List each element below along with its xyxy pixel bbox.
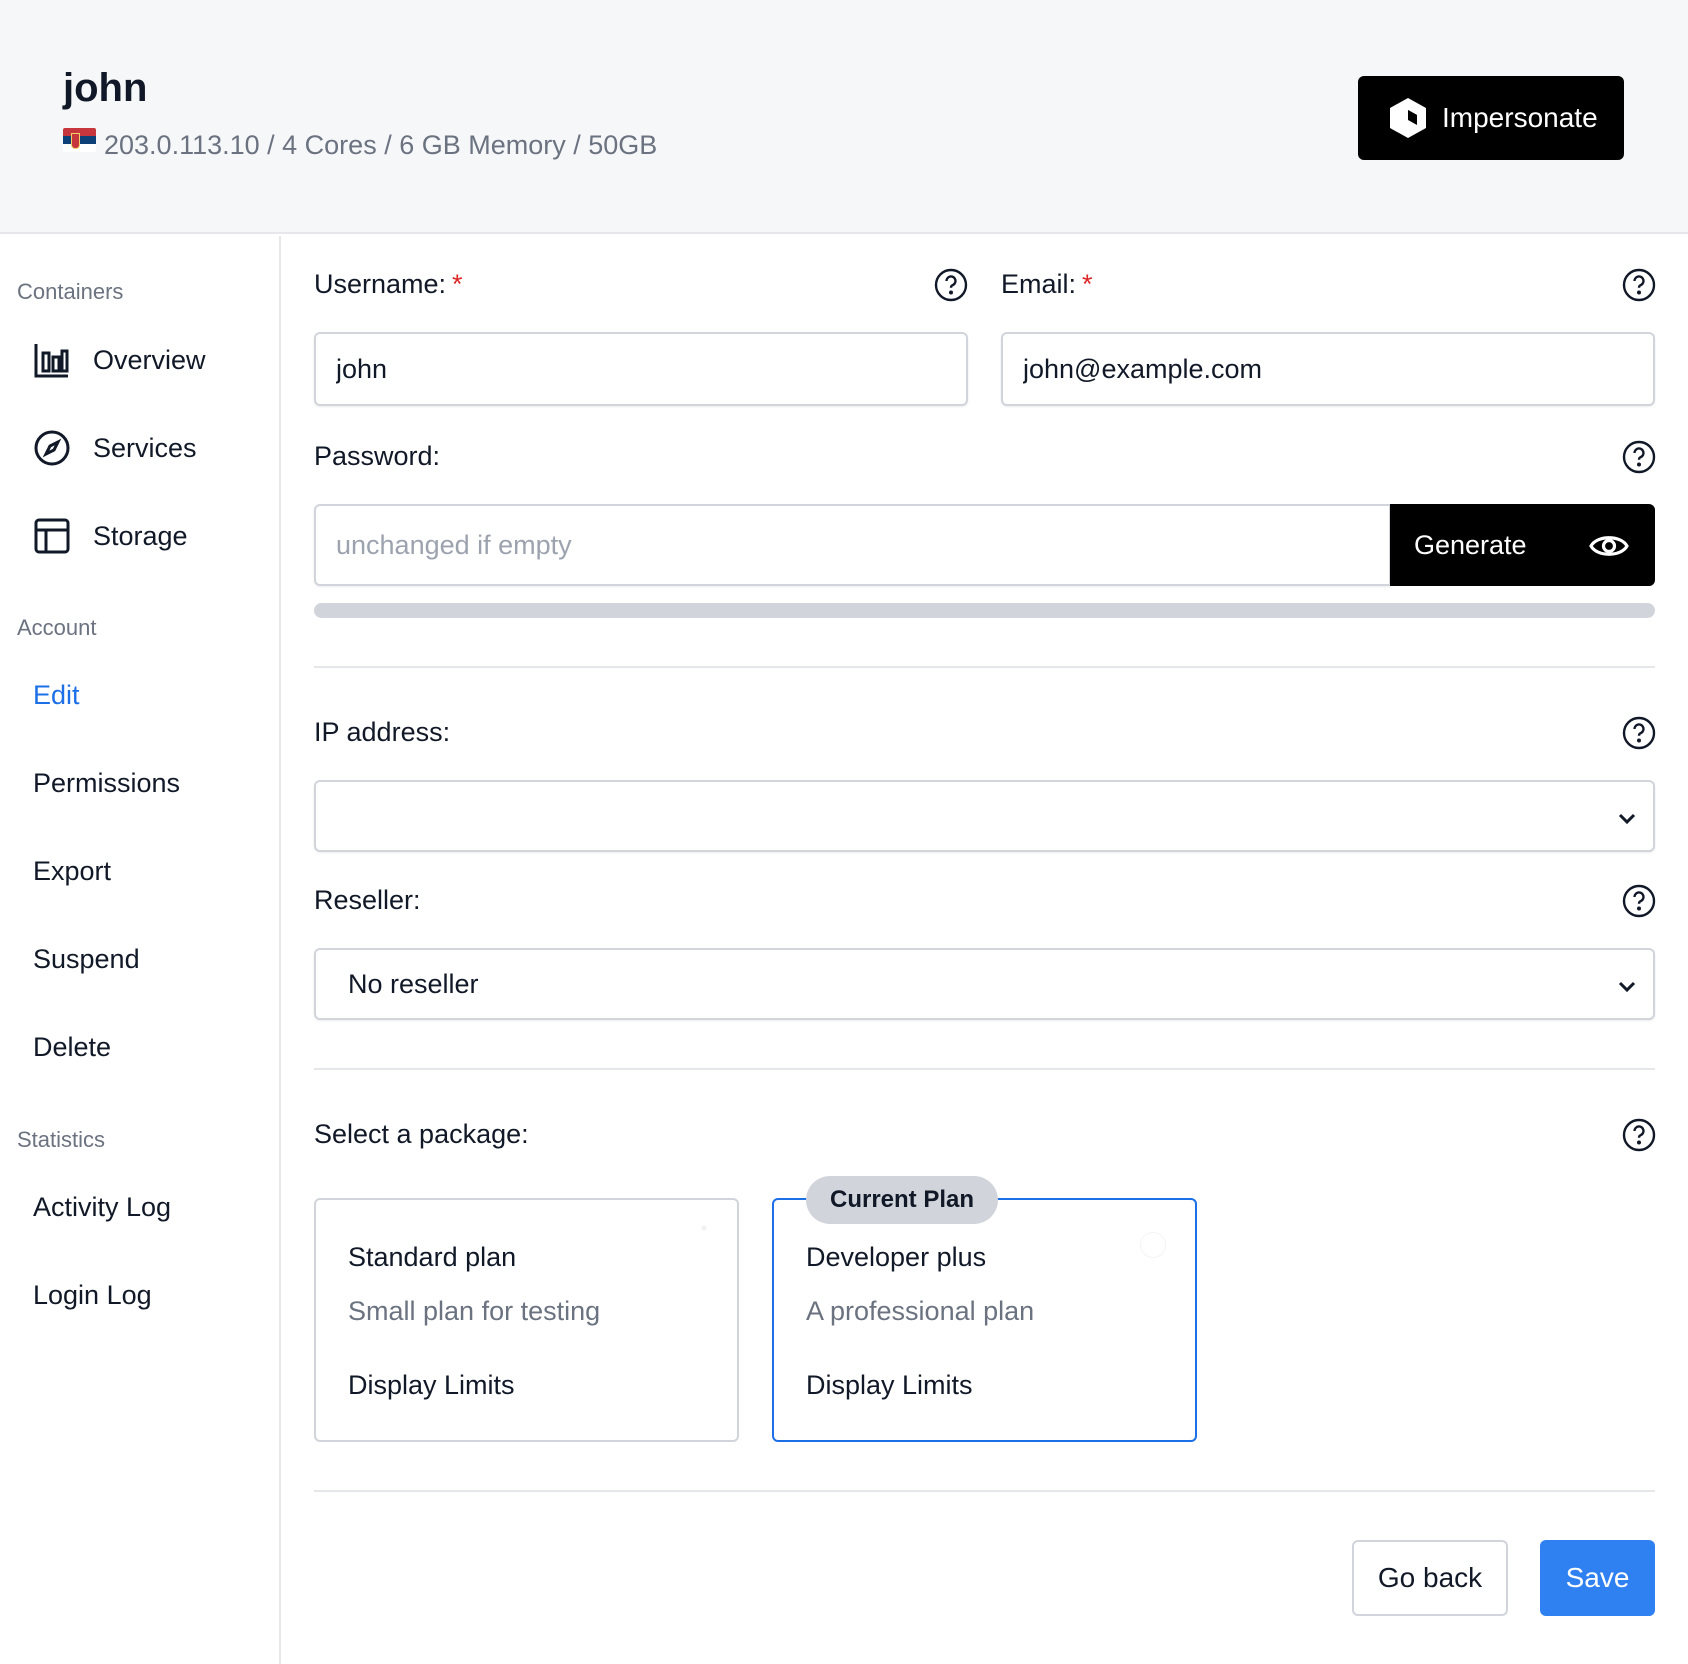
generate-label: Generate (1414, 529, 1527, 560)
package-description: A professional plan (806, 1296, 1035, 1326)
required-mark: * (1082, 269, 1093, 299)
go-back-button[interactable]: Go back (1352, 1540, 1508, 1616)
divider (314, 1490, 1655, 1492)
sidebar-item-overview[interactable]: Overview (33, 341, 206, 379)
help-icon[interactable] (1622, 884, 1656, 918)
page-header: john 203.0.113.10 / 4 Cores / 6 GB Memor… (0, 0, 1688, 234)
save-button[interactable]: Save (1540, 1540, 1655, 1616)
package-name: Standard plan (348, 1242, 517, 1272)
sidebar-item-storage[interactable]: Storage (33, 517, 188, 555)
sidebar-item-label: Services (93, 432, 197, 463)
eye-icon[interactable] (1589, 526, 1629, 566)
ip-address-label: IP address: (314, 717, 451, 747)
compass-icon (34, 430, 70, 466)
bar-chart-icon (34, 344, 69, 378)
package-card-standard[interactable]: Standard plan Small plan for testing Dis… (314, 1198, 739, 1442)
sidebar-section-statistics: Statistics (17, 1127, 106, 1152)
sidebar-item-login-log[interactable]: Login Log (33, 1280, 152, 1311)
current-plan-badge: Current Plan (806, 1176, 998, 1224)
reseller-value: No reseller (348, 968, 479, 999)
email-input[interactable] (1001, 332, 1655, 406)
package-radio[interactable] (702, 1226, 706, 1230)
package-card-developer-plus[interactable]: Developer plus A professional plan Displ… (772, 1198, 1197, 1442)
sidebar-item-activity-log[interactable]: Activity Log (33, 1192, 171, 1223)
display-limits-link[interactable]: Display Limits (806, 1370, 973, 1401)
reseller-select[interactable]: No reseller (314, 948, 1655, 1020)
username-input[interactable] (314, 332, 968, 406)
impersonate-label: Impersonate (1442, 102, 1598, 133)
table-icon (34, 518, 70, 554)
email-label: Email: * (1001, 269, 1093, 300)
package-label: Select a package: (314, 1119, 529, 1149)
sidebar-section-account: Account (17, 615, 97, 640)
sidebar-item-label: Overview (93, 344, 206, 375)
help-icon[interactable] (1622, 268, 1656, 302)
help-icon[interactable] (1622, 440, 1656, 474)
sidebar-item-permissions[interactable]: Permissions (33, 768, 180, 799)
username-label-text: Username: (314, 269, 447, 299)
sidebar-item-edit[interactable]: Edit (33, 680, 80, 711)
sidebar-item-suspend[interactable]: Suspend (33, 944, 140, 975)
reseller-label: Reseller: (314, 885, 421, 915)
sidebar-item-delete[interactable]: Delete (33, 1032, 111, 1063)
email-label-text: Email: (1001, 269, 1077, 299)
server-meta: 203.0.113.10 / 4 Cores / 6 GB Memory / 5… (104, 130, 658, 160)
sidebar: Containers Overview Services Storage Acc… (0, 236, 281, 1664)
sidebar-item-export[interactable]: Export (33, 856, 111, 887)
cube-icon (1390, 98, 1426, 138)
help-icon[interactable] (934, 268, 968, 302)
password-strength-bar (314, 603, 1655, 618)
required-mark: * (452, 269, 463, 299)
sidebar-section-containers: Containers (17, 279, 124, 304)
impersonate-button[interactable]: Impersonate (1358, 76, 1624, 160)
password-label: Password: (314, 441, 441, 471)
divider (314, 1068, 1655, 1070)
generate-password-button[interactable]: Generate (1390, 504, 1655, 586)
package-radio[interactable] (1140, 1232, 1166, 1258)
display-limits-link[interactable]: Display Limits (348, 1370, 515, 1401)
page-title: john (63, 66, 148, 110)
server-meta-row: 203.0.113.10 / 4 Cores / 6 GB Memory / 5… (63, 127, 658, 161)
chevron-down-icon (1618, 813, 1636, 825)
help-icon[interactable] (1622, 716, 1656, 750)
package-name: Developer plus (806, 1242, 987, 1272)
chevron-down-icon (1618, 981, 1636, 993)
help-icon[interactable] (1622, 1118, 1656, 1152)
divider (314, 666, 1655, 668)
sidebar-item-label: Storage (93, 520, 188, 551)
password-input[interactable] (314, 504, 1391, 586)
sidebar-item-services[interactable]: Services (33, 429, 197, 467)
serbia-flag-icon (63, 127, 96, 152)
package-description: Small plan for testing (348, 1296, 601, 1326)
username-label: Username: * (314, 269, 463, 300)
ip-address-select[interactable] (314, 780, 1655, 852)
